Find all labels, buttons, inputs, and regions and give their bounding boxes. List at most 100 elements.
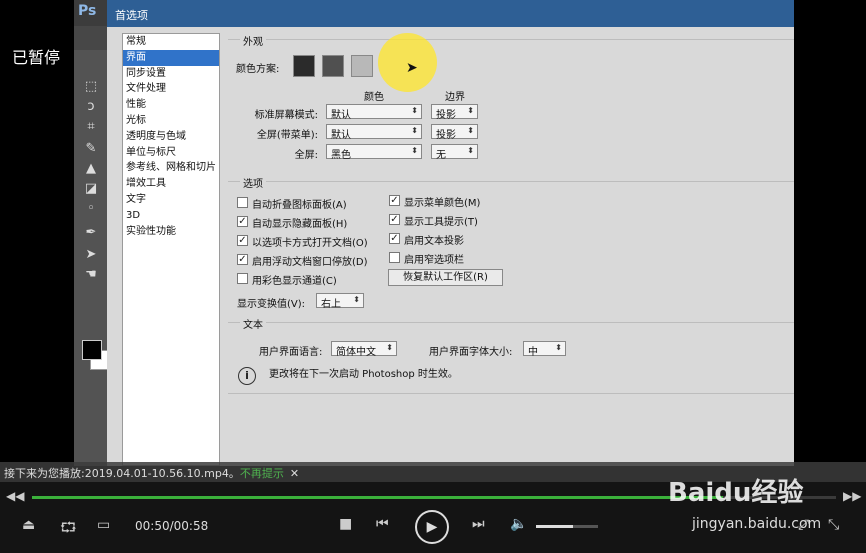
- menu-colors-label: 显示菜单颜色(M): [404, 198, 481, 209]
- nav-item-plugins[interactable]: 增效工具: [123, 176, 219, 192]
- nav-item-cursors[interactable]: 光标: [123, 113, 219, 129]
- color-channels-checkbox[interactable]: [237, 273, 248, 284]
- floating-dock-label: 启用浮动文档窗口停放(D): [252, 257, 368, 268]
- restart-notice: 更改将在下一次启动 Photoshop 时生效。: [269, 369, 458, 380]
- rewind-icon[interactable]: ◀◀: [6, 489, 24, 503]
- eject-icon[interactable]: ⏏: [22, 517, 35, 533]
- hand-tool-icon[interactable]: ☚: [80, 266, 102, 284]
- chevron-down-icon: ⬍: [411, 146, 418, 155]
- select-tool-icon[interactable]: ➤: [80, 246, 102, 264]
- fullscreen-icon[interactable]: ⤢: [798, 517, 809, 533]
- nav-item-experimental[interactable]: 实验性功能: [123, 224, 219, 240]
- nav-item-3d[interactable]: 3D: [123, 208, 219, 224]
- loop-icon[interactable]: ⮔: [60, 517, 77, 541]
- stamp-tool-icon[interactable]: ▲: [80, 160, 102, 178]
- info-icon: i: [238, 367, 256, 385]
- paused-label: 已暂停: [12, 48, 61, 67]
- crop-tool-icon[interactable]: ⌗: [80, 118, 102, 136]
- ui-language-value: 简体中文: [336, 347, 376, 358]
- close-icon[interactable]: ✕: [290, 467, 299, 480]
- fullscreen-menu-color-select[interactable]: 默认 ⬍: [326, 124, 422, 141]
- ui-font-size-select[interactable]: 中 ⬍: [523, 341, 566, 358]
- floating-dock-checkbox[interactable]: ✓: [237, 254, 248, 265]
- transform-values-label: 显示变换值(V):: [237, 299, 306, 310]
- open-as-tabs-label: 以选项卡方式打开文档(O): [252, 238, 368, 249]
- preferences-nav: 常规 界面 同步设置 文件处理 性能 光标 透明度与色域 单位与标尺 参考线、网…: [122, 33, 220, 466]
- healing-tool-icon[interactable]: ✎: [80, 140, 102, 158]
- std-screen-border-select[interactable]: 投影 ⬍: [431, 104, 478, 121]
- screen-cast-icon[interactable]: ▭: [97, 517, 110, 533]
- exit-fullscreen-icon[interactable]: ⤡: [828, 517, 839, 533]
- chevron-down-icon: ⬍: [467, 106, 474, 115]
- marquee-tool-icon[interactable]: ⬚: [80, 78, 102, 96]
- color-scheme-swatch-3[interactable]: [351, 55, 373, 77]
- fullscreen-menu-border-select[interactable]: 投影 ⬍: [431, 124, 478, 141]
- dialog-title: 首选项: [107, 0, 794, 27]
- progress-fill: [32, 496, 724, 499]
- nav-item-guides[interactable]: 参考线、网格和切片: [123, 160, 219, 176]
- play-icon: ▶: [426, 519, 438, 535]
- chevron-down-icon: ⬍: [411, 106, 418, 115]
- video-player: 已暂停 Ps ⬚ ↄ ⌗ ✎ ▲ ◪ ◦ ✒ ➤ ☚ 首选项 常规 界面 同步设…: [0, 0, 866, 553]
- chevron-down-icon: ⬍: [467, 146, 474, 155]
- next-up-text: 接下来为您播放:2019.04.01-10.56.10.mp4。: [4, 467, 240, 480]
- nav-item-units[interactable]: 单位与标尺: [123, 145, 219, 161]
- time-display: 00:50/00:58: [135, 519, 209, 533]
- photoshop-logo: Ps: [78, 3, 97, 19]
- std-screen-color-select[interactable]: 默认 ⬍: [326, 104, 422, 121]
- nav-item-file-handling[interactable]: 文件处理: [123, 81, 219, 97]
- nav-item-transparency[interactable]: 透明度与色域: [123, 129, 219, 145]
- border-column-label: 边界: [445, 92, 465, 103]
- foreground-color-swatch[interactable]: [82, 340, 102, 360]
- tooltips-label: 显示工具提示(T): [404, 217, 478, 228]
- volume-fill: [536, 525, 574, 528]
- transform-values-select[interactable]: 右上 ⬍: [316, 293, 364, 310]
- play-button[interactable]: ▶: [415, 510, 449, 544]
- auto-collapse-label: 自动折叠图标面板(A): [252, 200, 347, 211]
- pen-tool-icon[interactable]: ✒: [80, 224, 102, 242]
- volume-icon[interactable]: 🔈: [510, 516, 527, 532]
- std-screen-border-value: 投影: [436, 110, 456, 121]
- color-scheme-label: 颜色方案:: [236, 64, 280, 75]
- narrow-options-checkbox[interactable]: [389, 252, 400, 263]
- nav-item-performance[interactable]: 性能: [123, 97, 219, 113]
- chevron-down-icon: ⬍: [555, 343, 562, 352]
- color-scheme-swatch-1[interactable]: [293, 55, 315, 77]
- appearance-group: 外观 颜色方案: 颜色 边界 标准屏幕模式: 默认 ⬍ 投影 ⬍ 全屏(带菜单): …: [228, 33, 794, 167]
- blur-tool-icon[interactable]: ◦: [80, 200, 102, 218]
- dont-show-again-link[interactable]: 不再提示: [240, 467, 284, 480]
- fullscreen-border-select[interactable]: 无 ⬍: [431, 144, 478, 161]
- nav-item-interface[interactable]: 界面: [123, 49, 219, 66]
- auto-show-hidden-label: 自动显示隐藏面板(H): [252, 219, 348, 230]
- fullscreen-menu-border-value: 投影: [436, 130, 456, 141]
- preferences-dialog: 首选项 常规 界面 同步设置 文件处理 性能 光标 透明度与色域 单位与标尺 参…: [107, 0, 794, 466]
- fullscreen-border-value: 无: [436, 150, 446, 161]
- previous-icon[interactable]: ⏮: [376, 516, 389, 532]
- chevron-down-icon: ⬍: [353, 295, 360, 304]
- reset-workspace-button[interactable]: 恢复默认工作区(R): [388, 269, 503, 286]
- auto-show-hidden-checkbox[interactable]: ✓: [237, 216, 248, 227]
- text-shadow-checkbox[interactable]: ✓: [389, 233, 400, 244]
- eraser-tool-icon[interactable]: ◪: [80, 180, 102, 198]
- volume-slider[interactable]: [536, 525, 598, 528]
- dialog-body: 常规 界面 同步设置 文件处理 性能 光标 透明度与色域 单位与标尺 参考线、网…: [107, 27, 794, 466]
- ui-language-select[interactable]: 简体中文 ⬍: [331, 341, 397, 358]
- tooltips-checkbox[interactable]: ✓: [389, 214, 400, 225]
- stop-icon[interactable]: ■: [339, 516, 352, 532]
- fullscreen-color-select[interactable]: 黑色 ⬍: [326, 144, 422, 161]
- ui-font-size-value: 中: [528, 347, 538, 358]
- nav-item-sync[interactable]: 同步设置: [123, 66, 219, 82]
- color-scheme-swatch-2[interactable]: [322, 55, 344, 77]
- nav-item-general[interactable]: 常规: [123, 34, 219, 50]
- text-title: 文本: [240, 316, 266, 331]
- auto-collapse-checkbox[interactable]: [237, 197, 248, 208]
- appearance-title: 外观: [240, 33, 266, 48]
- ui-font-size-label: 用户界面字体大小:: [429, 347, 513, 358]
- lasso-tool-icon[interactable]: ↄ: [80, 98, 102, 116]
- menu-colors-checkbox[interactable]: ✓: [389, 195, 400, 206]
- nav-item-type[interactable]: 文字: [123, 192, 219, 208]
- color-column-label: 颜色: [364, 92, 384, 103]
- next-icon[interactable]: ⏭: [472, 516, 485, 532]
- open-as-tabs-checkbox[interactable]: ✓: [237, 235, 248, 246]
- std-screen-label: 标准屏幕模式:: [254, 110, 318, 121]
